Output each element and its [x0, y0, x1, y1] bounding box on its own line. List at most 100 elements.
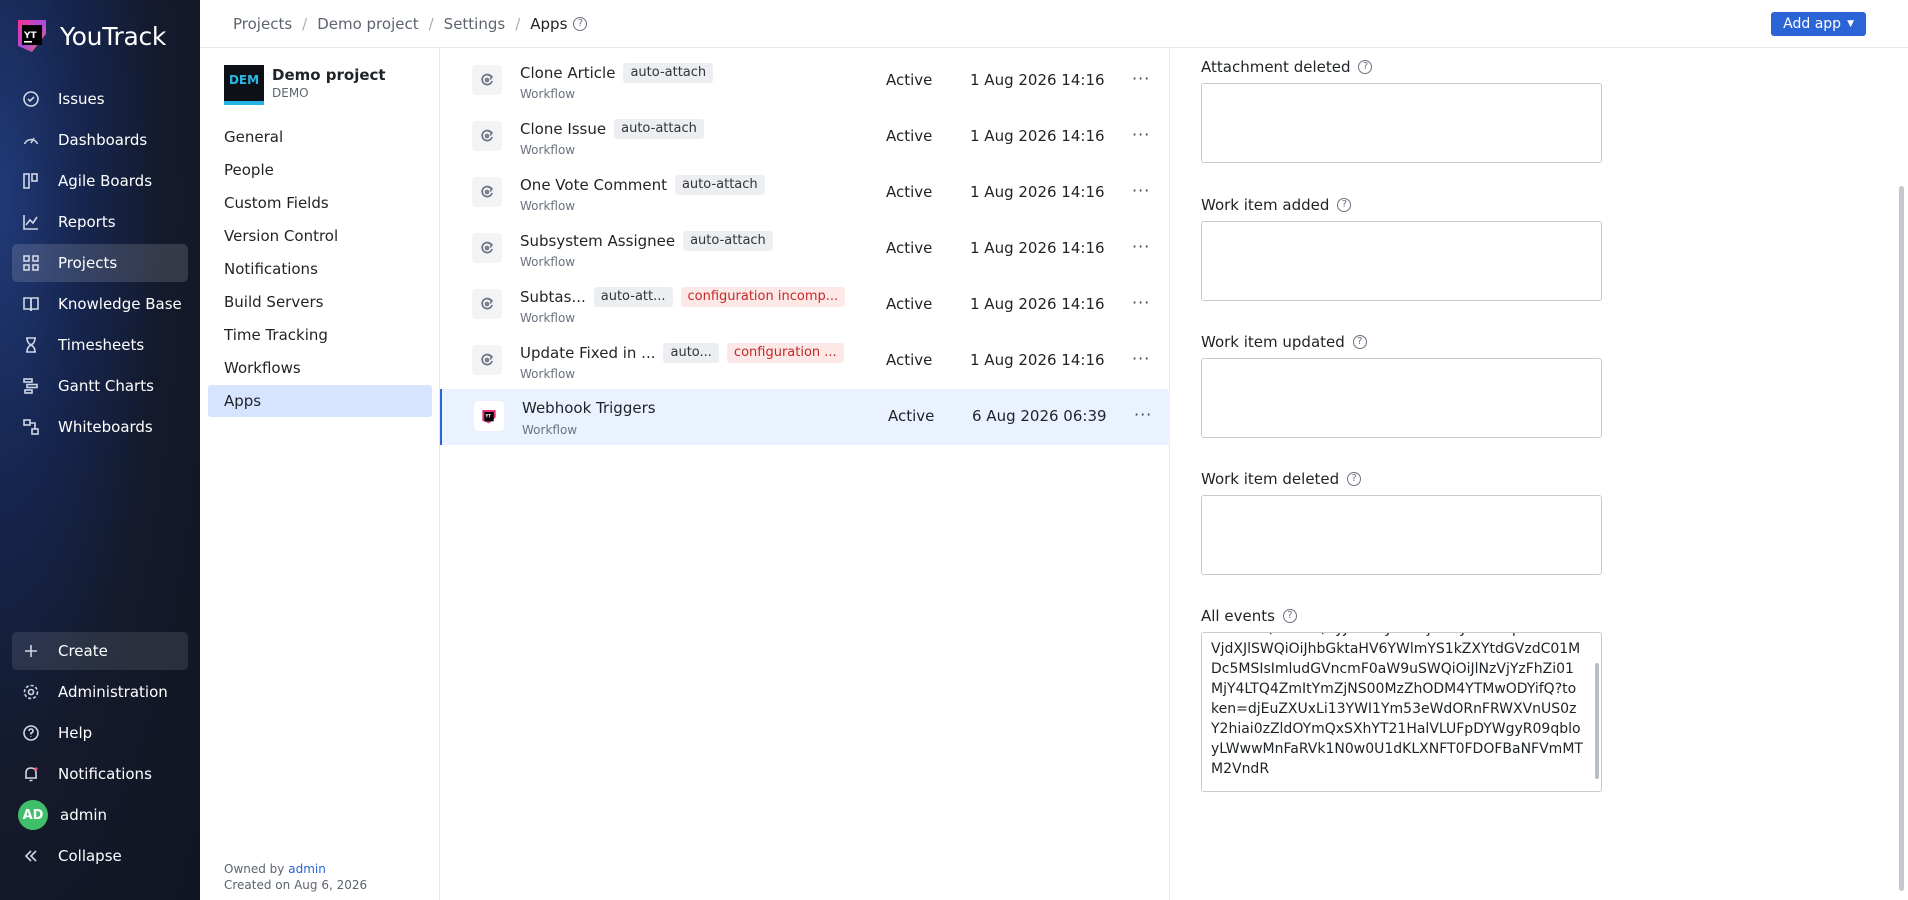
settings-item-version-control[interactable]: Version Control	[208, 220, 432, 252]
app-row[interactable]: Subsystem Assignee auto-attach Workflow Act…	[440, 221, 1170, 277]
settings-item-time-tracking[interactable]: Time Tracking	[208, 319, 432, 351]
app-title: Subtas... auto-att... configuration incomp…	[520, 287, 846, 307]
help-icon[interactable]: ?	[1347, 472, 1362, 486]
breadcrumb-projects[interactable]: Projects	[233, 15, 292, 33]
more-actions-icon[interactable]: ···	[1132, 69, 1150, 88]
help-icon[interactable]: ?	[1352, 335, 1367, 349]
app-name[interactable]: Subsystem Assignee	[520, 232, 675, 250]
help-icon[interactable]: ?	[573, 17, 588, 31]
settings-item-workflows[interactable]: Workflows	[208, 352, 432, 384]
app-title: Clone Issue auto-attach	[520, 119, 704, 139]
more-actions-icon[interactable]: ···	[1132, 125, 1150, 144]
app-type: Workflow	[520, 255, 576, 269]
more-actions-icon[interactable]: ···	[1132, 237, 1150, 256]
youtrack-logo[interactable]: YT YouTrack	[12, 16, 166, 56]
dashboard-icon	[22, 131, 40, 149]
breadcrumb-settings[interactable]: Settings	[444, 15, 506, 33]
nav-item-timesheets[interactable]: Timesheets	[12, 326, 188, 364]
add-app-button[interactable]: Add app ▼	[1771, 12, 1866, 36]
app-name[interactable]: Clone Article	[520, 64, 615, 82]
app-row[interactable]: YT Webhook Triggers Workflow Active 6 Aug 20…	[440, 389, 1170, 445]
collapse-button[interactable]: Collapse	[12, 837, 188, 875]
app-name[interactable]: Webhook Triggers	[522, 399, 656, 417]
project-settings-sidebar: DEM Demo project DEMO General People Cus…	[200, 48, 440, 900]
work-item-deleted-field[interactable]	[1201, 495, 1602, 575]
gear-icon	[22, 683, 40, 701]
more-actions-icon[interactable]: ···	[1134, 405, 1152, 424]
board-icon	[22, 172, 40, 190]
nav-item-administration[interactable]: Administration	[12, 673, 188, 711]
hourglass-icon	[22, 336, 40, 354]
nav-item-agile-boards[interactable]: Agile Boards	[12, 162, 188, 200]
settings-item-notifications[interactable]: Notifications	[208, 253, 432, 285]
apps-list: Clone Article auto-attach Workflow Active 1 …	[440, 48, 1170, 900]
app-date: 1 Aug 2026 14:16	[970, 183, 1105, 201]
owned-by-label: Owned by	[224, 862, 285, 876]
settings-item-build-servers[interactable]: Build Servers	[208, 286, 432, 318]
config-error-badge: configuration ...	[726, 343, 844, 363]
nav-item-help[interactable]: Help	[12, 714, 188, 752]
app-name[interactable]: Clone Issue	[520, 120, 606, 138]
app-status: Active	[886, 71, 933, 89]
nav-item-whiteboards[interactable]: Whiteboards	[12, 408, 188, 446]
work-item-added-field[interactable]	[1201, 221, 1602, 301]
work-item-updated-field[interactable]	[1201, 358, 1602, 438]
help-icon[interactable]: ?	[1282, 609, 1297, 623]
app-row[interactable]: Clone Article auto-attach Workflow Active 1 …	[440, 53, 1170, 109]
nav-item-reports[interactable]: Reports	[12, 203, 188, 241]
app-title: Webhook Triggers	[522, 399, 656, 417]
app-status: Active	[886, 351, 933, 369]
app-name[interactable]: Update Fixed in ...	[520, 344, 655, 362]
settings-item-general[interactable]: General	[208, 121, 432, 153]
app-settings-panel: Attachment deleted ? Work item added ? W…	[1171, 48, 1891, 900]
svg-text:YT: YT	[484, 413, 491, 418]
workflow-icon	[472, 233, 502, 263]
app-row[interactable]: Subtas... auto-att... configuration incomp…	[440, 277, 1170, 333]
nav-label: Notifications	[58, 765, 152, 783]
app-type: Workflow	[522, 423, 578, 437]
app-title: Update Fixed in ... auto... configuration …	[520, 343, 844, 363]
nav-item-knowledge-base[interactable]: Knowledge Base	[12, 285, 188, 323]
help-icon[interactable]: ?	[1337, 198, 1352, 212]
gantt-icon	[22, 377, 40, 395]
create-button[interactable]: Create	[12, 632, 188, 670]
owner-link[interactable]: admin	[288, 862, 326, 876]
app-name[interactable]: One Vote Comment	[520, 176, 667, 194]
nav-label: Administration	[58, 683, 168, 701]
nav-bottom: Create Administration Help Notifications…	[12, 632, 188, 878]
nav-item-issues[interactable]: Issues	[12, 80, 188, 118]
avatar: AD	[18, 800, 48, 830]
nav-item-dashboards[interactable]: Dashboards	[12, 121, 188, 159]
textarea-scrollbar[interactable]	[1595, 663, 1599, 779]
breadcrumb-separator: /	[428, 15, 434, 33]
settings-item-people[interactable]: People	[208, 154, 432, 186]
nav-item-projects[interactable]: Projects	[12, 244, 188, 282]
more-actions-icon[interactable]: ···	[1132, 293, 1150, 312]
attachment-deleted-field[interactable]	[1201, 83, 1602, 163]
nav-item-notifications[interactable]: Notifications	[12, 755, 188, 793]
auto-attach-badge: auto-att...	[593, 287, 673, 307]
app-row[interactable]: Clone Issue auto-attach Workflow Active 1 Au…	[440, 109, 1170, 165]
more-actions-icon[interactable]: ···	[1132, 181, 1150, 200]
settings-item-apps[interactable]: Apps	[208, 385, 432, 417]
auto-attach-badge: auto-attach	[623, 63, 714, 83]
nav-label: Issues	[58, 90, 105, 108]
app-row[interactable]: One Vote Comment auto-attach Workflow Activ…	[440, 165, 1170, 221]
main-navigation: YT YouTrack Issues Dashboards Agile Boar…	[0, 0, 200, 900]
plus-icon	[22, 642, 40, 660]
help-icon[interactable]: ?	[1358, 60, 1373, 74]
app-name[interactable]: Subtas...	[520, 288, 586, 306]
more-actions-icon[interactable]: ···	[1132, 349, 1150, 368]
app-row[interactable]: Update Fixed in ... auto... configuration …	[440, 333, 1170, 389]
nav-item-gantt-charts[interactable]: Gantt Charts	[12, 367, 188, 405]
breadcrumb-demo-project[interactable]: Demo project	[317, 15, 418, 33]
app-status: Active	[888, 407, 935, 425]
settings-item-custom-fields[interactable]: Custom Fields	[208, 187, 432, 219]
nav-items: Issues Dashboards Agile Boards Reports P…	[12, 80, 188, 449]
app-status: Active	[886, 239, 933, 257]
chart-icon	[22, 213, 40, 231]
all-events-field[interactable]: dev.com/events/eyJvcmdJZCI6IjEiLCJwcm9qZ…	[1201, 632, 1602, 792]
page-scrollbar[interactable]	[1899, 186, 1904, 891]
user-menu[interactable]: AD admin	[12, 796, 188, 834]
add-app-label: Add app	[1783, 16, 1842, 32]
